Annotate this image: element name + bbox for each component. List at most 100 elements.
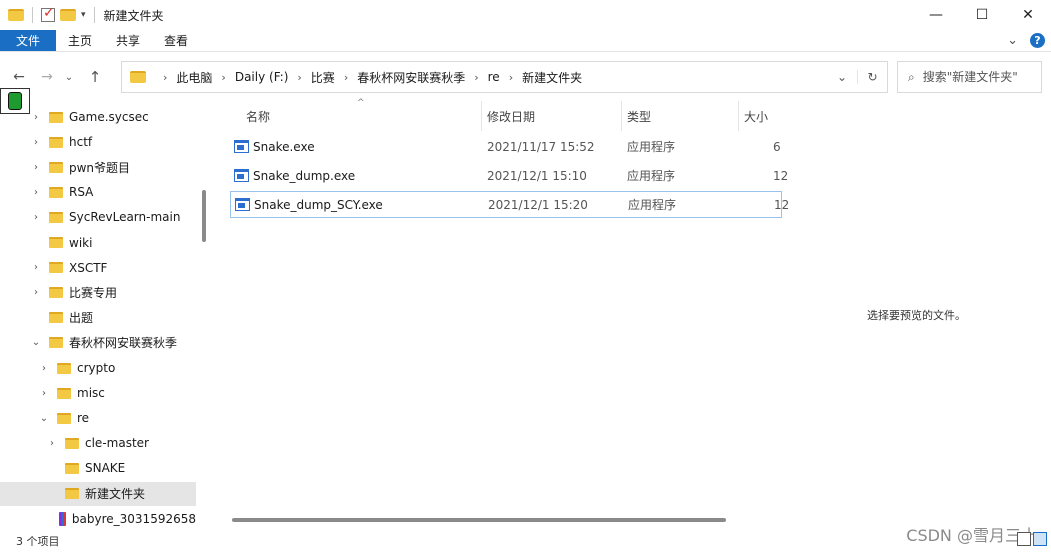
nav-item[interactable]: ⌄ 春秋杯网安联赛秋季 [0,331,196,355]
chevron-down-icon[interactable]: ⌄ [38,413,50,424]
address-dropdown-icon[interactable]: ⌄ [827,70,857,84]
nav-item[interactable]: 出题 [0,306,196,330]
chevron-right-icon[interactable]: › [30,137,42,148]
column-header-modified[interactable]: 修改日期 [487,101,535,131]
search-icon: ⌕ [908,69,915,84]
archive-icon [58,511,66,526]
nav-item[interactable]: › SycRevLearn-main [0,205,196,229]
properties-icon[interactable] [41,5,55,22]
chevron-right-icon[interactable]: › [30,212,42,223]
details-view-button[interactable] [1017,532,1031,546]
folder-icon [65,462,79,474]
chevron-right-icon[interactable]: › [30,112,42,123]
column-header-type[interactable]: 类型 [627,101,651,131]
folder-icon [65,488,79,499]
breadcrumb-this-pc[interactable]: 此电脑 [176,69,212,86]
item-count: 3 个项目 [16,534,60,548]
chevron-down-icon[interactable]: ⌄ [30,337,42,348]
help-icon[interactable]: ? [1030,33,1045,48]
file-row[interactable]: Snake_dump.exe 2021/12/1 15:10 应用程序 12 [230,162,788,189]
search-box[interactable]: ⌕ [897,61,1042,93]
up-button[interactable]: ↑ [84,68,106,86]
ribbon-right: ⌄ ? [1007,33,1045,48]
chevron-right-icon[interactable]: › [221,71,225,84]
minimize-button[interactable]: — [913,0,959,30]
chevron-right-icon[interactable]: › [297,71,301,84]
nav-item[interactable]: › misc [0,381,196,405]
column-divider[interactable] [621,101,622,131]
breadcrumb-current[interactable]: 新建文件夹 [522,69,582,86]
customize-toolbar-dropdown[interactable]: ▾ [81,10,86,20]
chevron-right-icon[interactable]: › [30,262,42,273]
column-header-size[interactable]: 大小 [744,101,768,131]
chevron-right-icon[interactable]: › [30,287,42,298]
forward-button[interactable]: → [36,69,58,85]
nav-item[interactable]: wiki [0,231,196,255]
folder-icon [49,136,63,148]
maximize-button[interactable]: ☐ [959,0,1005,30]
navigation-pane[interactable]: › Game.sycsec › hctf › pwn爷题目 › RSA › SycRevLearn… [0,101,213,529]
title-bar: ▾ 新建文件夹 — ☐ ✕ [0,0,1051,30]
nav-item-label: wiki [69,235,93,250]
nav-item-label: pwn爷题目 [69,160,131,175]
breadcrumb-bisai[interactable]: 比赛 [311,69,335,86]
nav-item[interactable]: › hctf [0,130,196,154]
large-icons-view-button[interactable] [1033,532,1047,546]
nav-item[interactable]: › cle-master [0,431,196,455]
window-title: 新建文件夹 [103,8,164,23]
nav-item[interactable]: babyre_3031592658 [0,507,196,529]
folder-icon [57,387,71,399]
address-bar[interactable]: › 此电脑 › Daily (F:) › 比赛 › 春秋杯网安联赛秋季 › re… [121,61,888,93]
folder-icon [57,412,71,424]
nav-item[interactable]: › pwn爷题目 [0,155,196,179]
chevron-right-icon[interactable]: › [30,162,42,173]
nav-item[interactable]: › RSA [0,180,196,204]
chevron-right-icon[interactable]: › [46,438,58,449]
chevron-right-icon[interactable]: › [38,363,50,374]
file-row[interactable]: Snake.exe 2021/11/17 15:52 应用程序 6 [230,133,782,160]
search-input[interactable] [922,70,1023,84]
executable-icon [234,169,249,182]
breadcrumb-re[interactable]: re [488,70,500,84]
chevron-right-icon[interactable]: › [344,71,348,84]
nav-item[interactable]: 新建文件夹 [0,481,196,506]
column-divider[interactable] [481,101,482,131]
tab-file[interactable]: 文件 [0,30,56,51]
tab-view[interactable]: 查看 [152,30,200,51]
folder-icon[interactable] [8,9,24,21]
tab-share[interactable]: 共享 [104,30,152,51]
column-divider[interactable] [738,101,739,131]
file-modified: 2021/11/17 15:52 [487,139,595,154]
breadcrumb-drive[interactable]: Daily (F:) [235,70,289,84]
executable-icon [234,140,249,153]
folder-icon [49,186,63,198]
nav-item[interactable]: › 比赛专用 [0,281,196,305]
expand-ribbon-icon[interactable]: ⌄ [1007,33,1018,48]
new-folder-icon[interactable] [60,9,76,21]
nav-scrollbar[interactable] [202,190,206,242]
chevron-right-icon[interactable]: › [30,187,42,198]
nav-item[interactable]: › XSCTF [0,256,196,280]
chevron-right-icon[interactable]: › [474,71,478,84]
file-type: 应用程序 [627,140,676,154]
toolbar-separator [32,7,33,23]
recent-locations-dropdown[interactable]: ⌄ [58,72,80,83]
file-row[interactable]: Snake_dump_SCY.exe 2021/12/1 15:20 应用程序 12 [230,191,789,218]
chevron-right-icon[interactable]: › [38,388,50,399]
back-button[interactable]: ← [8,69,30,85]
breadcrumb-chunqiu[interactable]: 春秋杯网安联赛秋季 [357,69,465,86]
nav-item[interactable]: ⌄ re [0,406,196,430]
chevron-right-icon[interactable]: › [509,71,513,84]
refresh-icon[interactable]: ↻ [857,70,887,84]
nav-item[interactable]: › crypto [0,356,196,380]
close-button[interactable]: ✕ [1005,0,1051,30]
nav-item[interactable]: SNAKE [0,456,196,480]
tab-home[interactable]: 主页 [56,30,104,51]
nav-item-label: cle-master [85,436,149,451]
horizontal-scrollbar[interactable] [232,518,726,522]
column-header-name[interactable]: 名称 [246,101,270,131]
app-icon [0,88,30,114]
navigation-bar: ← → ⌄ ↑ › 此电脑 › Daily (F:) › 比赛 › 春秋杯网安联… [0,53,1051,101]
nav-item-label: RSA [69,185,94,200]
preview-pane: 选择要预览的文件。 [782,101,1051,529]
